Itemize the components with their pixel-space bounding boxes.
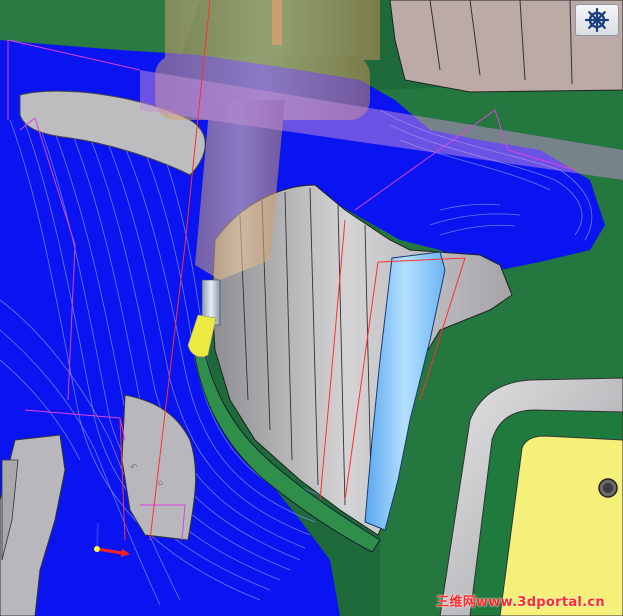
surface-marker-glyph: ↶ — [130, 463, 138, 473]
hole-inner — [603, 483, 613, 493]
view-navigator-button[interactable] — [575, 4, 619, 36]
z-axis — [96, 522, 99, 550]
toolpath-scene[interactable]: ↶ ⌂ — [0, 0, 623, 616]
axis-origin — [94, 546, 100, 552]
ship-wheel-icon — [584, 7, 610, 33]
drawbar — [272, 0, 282, 45]
cam-3d-viewport[interactable]: ↶ ⌂ 三维网www.3dportal.cn — [0, 0, 623, 616]
watermark-text: 三维网www.3dportal.cn — [436, 595, 605, 610]
surface-marker-glyph-2: ⌂ — [158, 478, 163, 487]
